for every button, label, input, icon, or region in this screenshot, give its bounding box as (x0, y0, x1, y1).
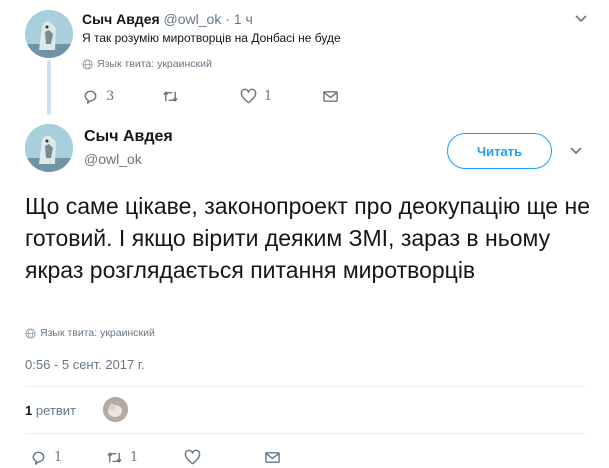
main-reply-button[interactable]: 1 (30, 449, 106, 466)
retweet-icon (163, 91, 178, 102)
main-language-label: Язык твита: украинский (40, 327, 155, 339)
globe-icon (25, 327, 36, 339)
main-reply-count: 1 (54, 450, 63, 465)
header-separator: · (225, 11, 230, 27)
chevron-down-icon[interactable] (569, 143, 583, 157)
main-avatar[interactable] (25, 124, 73, 172)
main-author-name[interactable]: Сыч Авдея (84, 128, 173, 146)
envelope-icon (265, 452, 280, 463)
main-retweet-button[interactable]: 1 (106, 449, 184, 466)
retweet-stats[interactable]: 1 ретвит (25, 403, 76, 418)
divider (25, 433, 585, 434)
parent-dm-button[interactable] (322, 88, 339, 105)
reply-icon (32, 451, 45, 465)
parent-like-count: 1 (264, 89, 273, 104)
parent-tweet-text: Я так розумію миротворців на Донбасі не … (82, 31, 341, 45)
parent-header: Сыч Авдея @owl_ok · 1 ч (82, 11, 253, 27)
parent-reply-count: 3 (106, 89, 115, 104)
retweet-stats-label: ретвит (35, 403, 76, 418)
main-author-handle[interactable]: @owl_ok (84, 151, 142, 167)
main-tweet-language: Язык твита: украинский (25, 327, 155, 339)
main-action-bar: 1 1 (30, 449, 281, 466)
parent-retweet-button[interactable] (162, 88, 240, 105)
chevron-down-icon[interactable] (574, 11, 588, 25)
parent-author-handle[interactable]: @owl_ok (164, 11, 222, 27)
parent-like-button[interactable]: 1 (240, 88, 322, 105)
main-tweet-text: Що саме цікаве, законопроект про деокупа… (25, 193, 590, 283)
parent-reply-button[interactable]: 3 (82, 88, 162, 105)
main-like-button[interactable] (184, 449, 264, 466)
parent-avatar[interactable] (25, 10, 73, 58)
globe-icon (82, 58, 93, 70)
divider (25, 386, 585, 387)
parent-author-name[interactable]: Сыч Авдея (82, 11, 160, 27)
reply-icon (84, 90, 97, 104)
main-timestamp[interactable]: 0:56 - 5 сент. 2017 г. (25, 357, 145, 372)
main-retweet-count: 1 (130, 450, 139, 465)
thread-connector (47, 60, 51, 115)
retweeter-avatar[interactable] (103, 397, 128, 422)
parent-tweet-language: Язык твита: украинский (82, 58, 212, 70)
parent-action-bar: 3 1 (82, 88, 339, 105)
retweet-stats-number: 1 (25, 403, 33, 418)
main-dm-button[interactable] (264, 449, 281, 466)
heart-icon (184, 449, 201, 465)
heart-icon (240, 88, 257, 104)
follow-button[interactable]: Читать (447, 133, 552, 169)
parent-timestamp[interactable]: 1 ч (234, 11, 253, 27)
parent-language-label: Язык твита: украинский (97, 58, 212, 70)
envelope-icon (323, 91, 338, 102)
retweet-icon (107, 452, 122, 463)
